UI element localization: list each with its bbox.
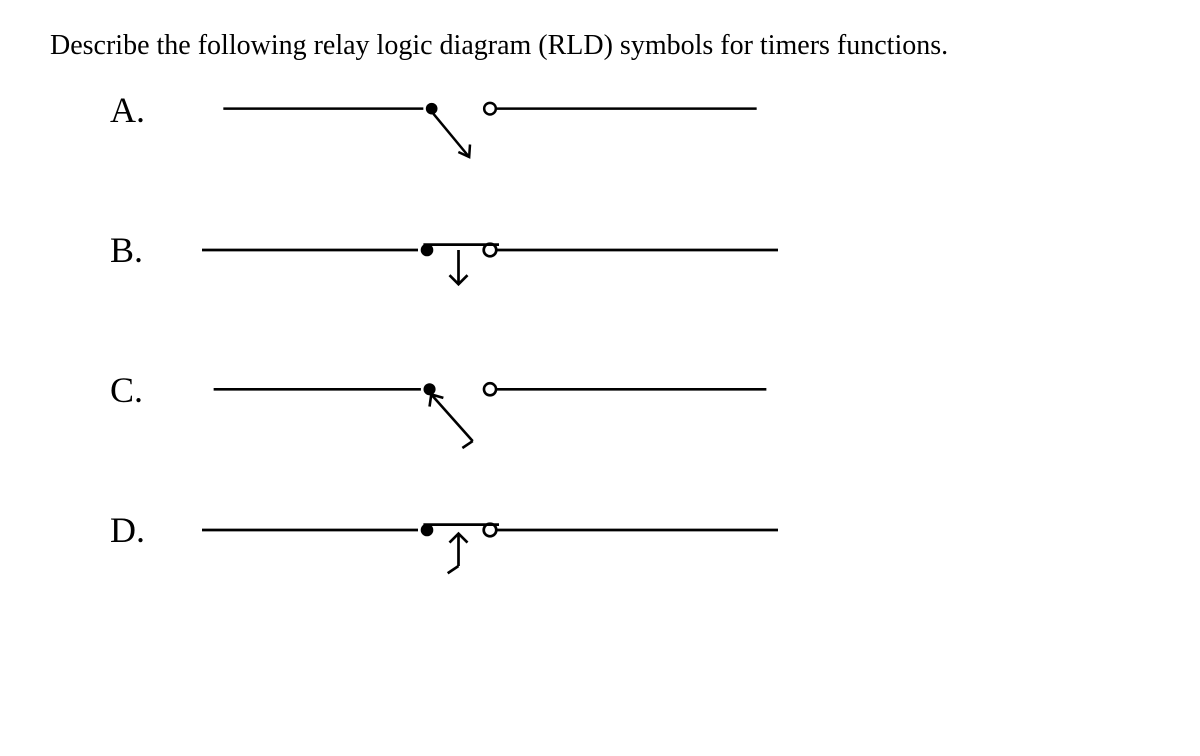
item-b: B. bbox=[110, 232, 1150, 332]
item-label: B. bbox=[110, 232, 170, 268]
symbol-list: A. B. bbox=[110, 92, 1150, 612]
rld-symbol-b bbox=[170, 232, 810, 332]
item-a: A. bbox=[110, 92, 1150, 192]
item-label: A. bbox=[110, 92, 170, 128]
item-d: D. bbox=[110, 512, 1150, 612]
rld-symbol-c bbox=[170, 372, 810, 472]
question-text: Describe the following relay logic diagr… bbox=[50, 30, 1150, 62]
rld-symbol-a bbox=[170, 92, 810, 192]
item-c: C. bbox=[110, 372, 1150, 472]
item-label: D. bbox=[110, 512, 170, 548]
rld-symbol-d bbox=[170, 512, 810, 612]
item-label: C. bbox=[110, 372, 170, 408]
